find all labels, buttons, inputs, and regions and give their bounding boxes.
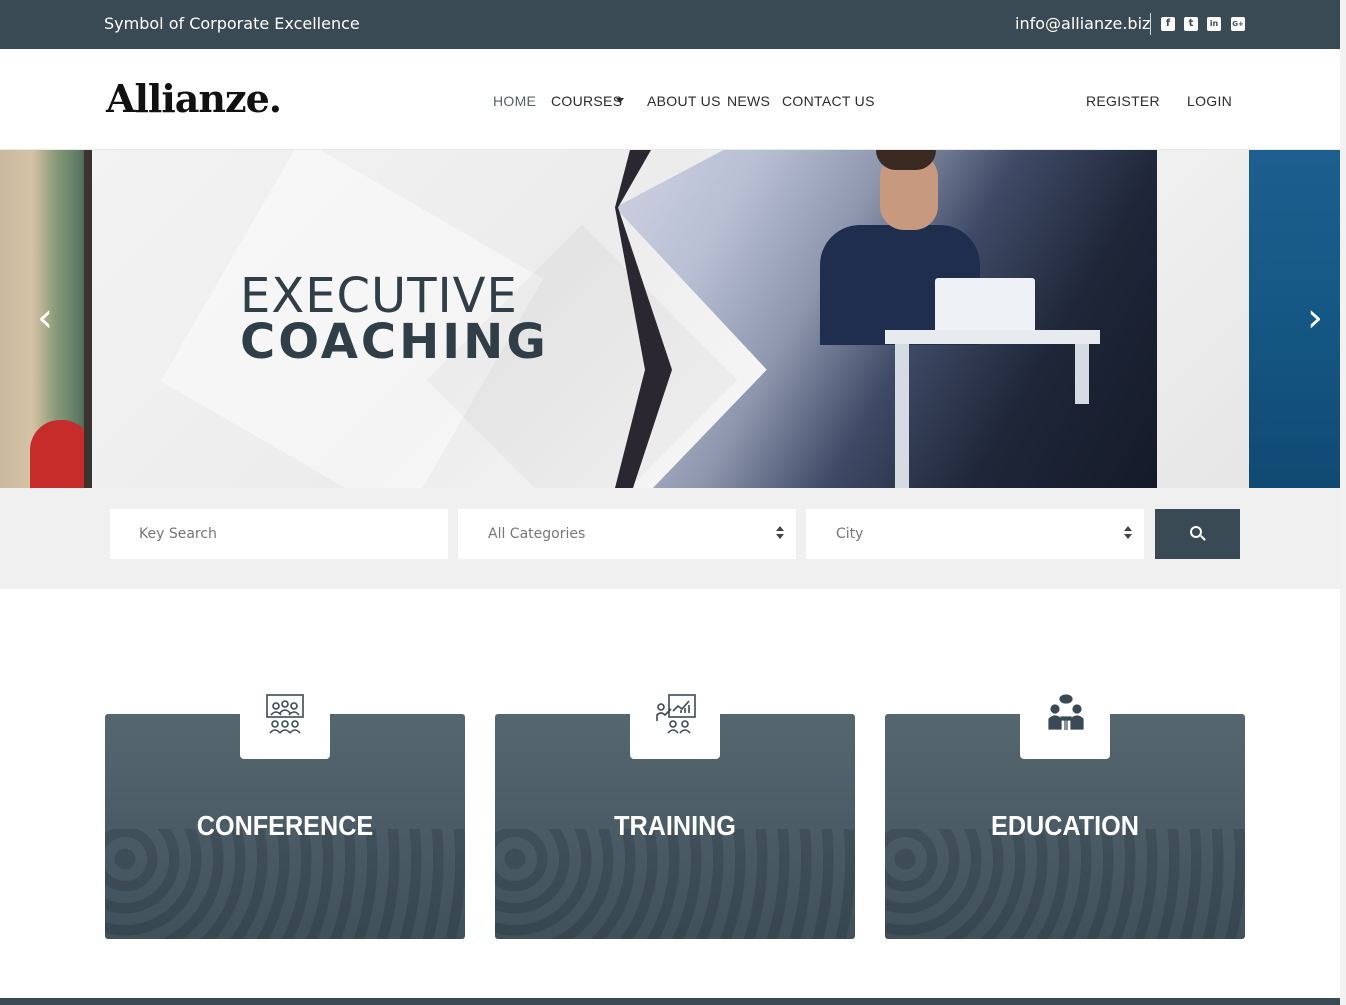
search-icon-handle — [1200, 535, 1206, 541]
conference-icon — [240, 684, 330, 759]
city-select-value: City — [836, 526, 864, 542]
category-select-value: All Categories — [488, 526, 586, 542]
nav-news[interactable]: NEWS — [727, 93, 770, 109]
site-logo[interactable]: Allianze. — [106, 76, 282, 121]
slide-preview-figure — [30, 420, 92, 488]
divider — [1150, 13, 1151, 35]
site-header: Allianze. HOME COURSES ABOUT US NEWS CON… — [0, 49, 1346, 150]
card-crowd-image — [885, 829, 1245, 939]
card-title: TRAINING — [614, 810, 736, 841]
contact-email-link[interactable]: info@allianze.biz — [1015, 14, 1150, 33]
laptop-image — [935, 278, 1035, 334]
sort-arrows-icon — [1124, 526, 1132, 540]
nav-home[interactable]: HOME — [493, 93, 536, 109]
sort-arrows-icon — [776, 526, 784, 540]
keyword-search-field[interactable] — [110, 509, 448, 559]
keyword-search-input[interactable] — [110, 509, 448, 559]
hero-slider: EXECUTIVE COACHING ‹ › — [0, 150, 1346, 488]
login-link[interactable]: LOGIN — [1187, 93, 1232, 109]
education-icon — [1020, 684, 1110, 759]
googleplus-icon[interactable]: G+ — [1231, 17, 1245, 31]
facebook-icon[interactable]: f — [1161, 17, 1175, 31]
footer-edge — [0, 998, 1346, 1005]
search-button[interactable] — [1155, 509, 1240, 559]
lectern-leg — [1075, 344, 1089, 404]
nav-contact-us[interactable]: CONTACT US — [782, 93, 875, 109]
nav-courses[interactable]: COURSES — [551, 93, 622, 109]
nav-about-us[interactable]: ABOUT US — [647, 93, 721, 109]
city-select[interactable]: City — [806, 509, 1144, 559]
card-crowd-image — [495, 829, 855, 939]
training-icon — [630, 684, 720, 759]
card-title: EDUCATION — [991, 810, 1139, 841]
lectern-leg — [895, 344, 909, 488]
hero-title-line-2: COACHING — [240, 314, 549, 370]
twitter-icon[interactable]: t — [1184, 17, 1198, 31]
tagline: Symbol of Corporate Excellence — [104, 14, 360, 33]
top-bar: Symbol of Corporate Excellence info@alli… — [0, 0, 1346, 49]
category-select[interactable]: All Categories — [458, 509, 796, 559]
search-bar: All Categories City — [0, 488, 1346, 589]
chevron-right-icon[interactable]: › — [1297, 298, 1333, 338]
card-crowd-image — [105, 829, 465, 939]
card-title: CONFERENCE — [196, 810, 374, 841]
chevron-left-icon[interactable]: ‹ — [27, 298, 63, 338]
lectern-image — [885, 330, 1100, 344]
chevron-down-icon[interactable] — [616, 98, 624, 103]
slide-edge — [84, 150, 92, 488]
register-link[interactable]: REGISTER — [1086, 93, 1160, 109]
page-scrollbar[interactable] — [1340, 0, 1346, 1005]
linkedin-icon[interactable]: in — [1207, 17, 1221, 31]
